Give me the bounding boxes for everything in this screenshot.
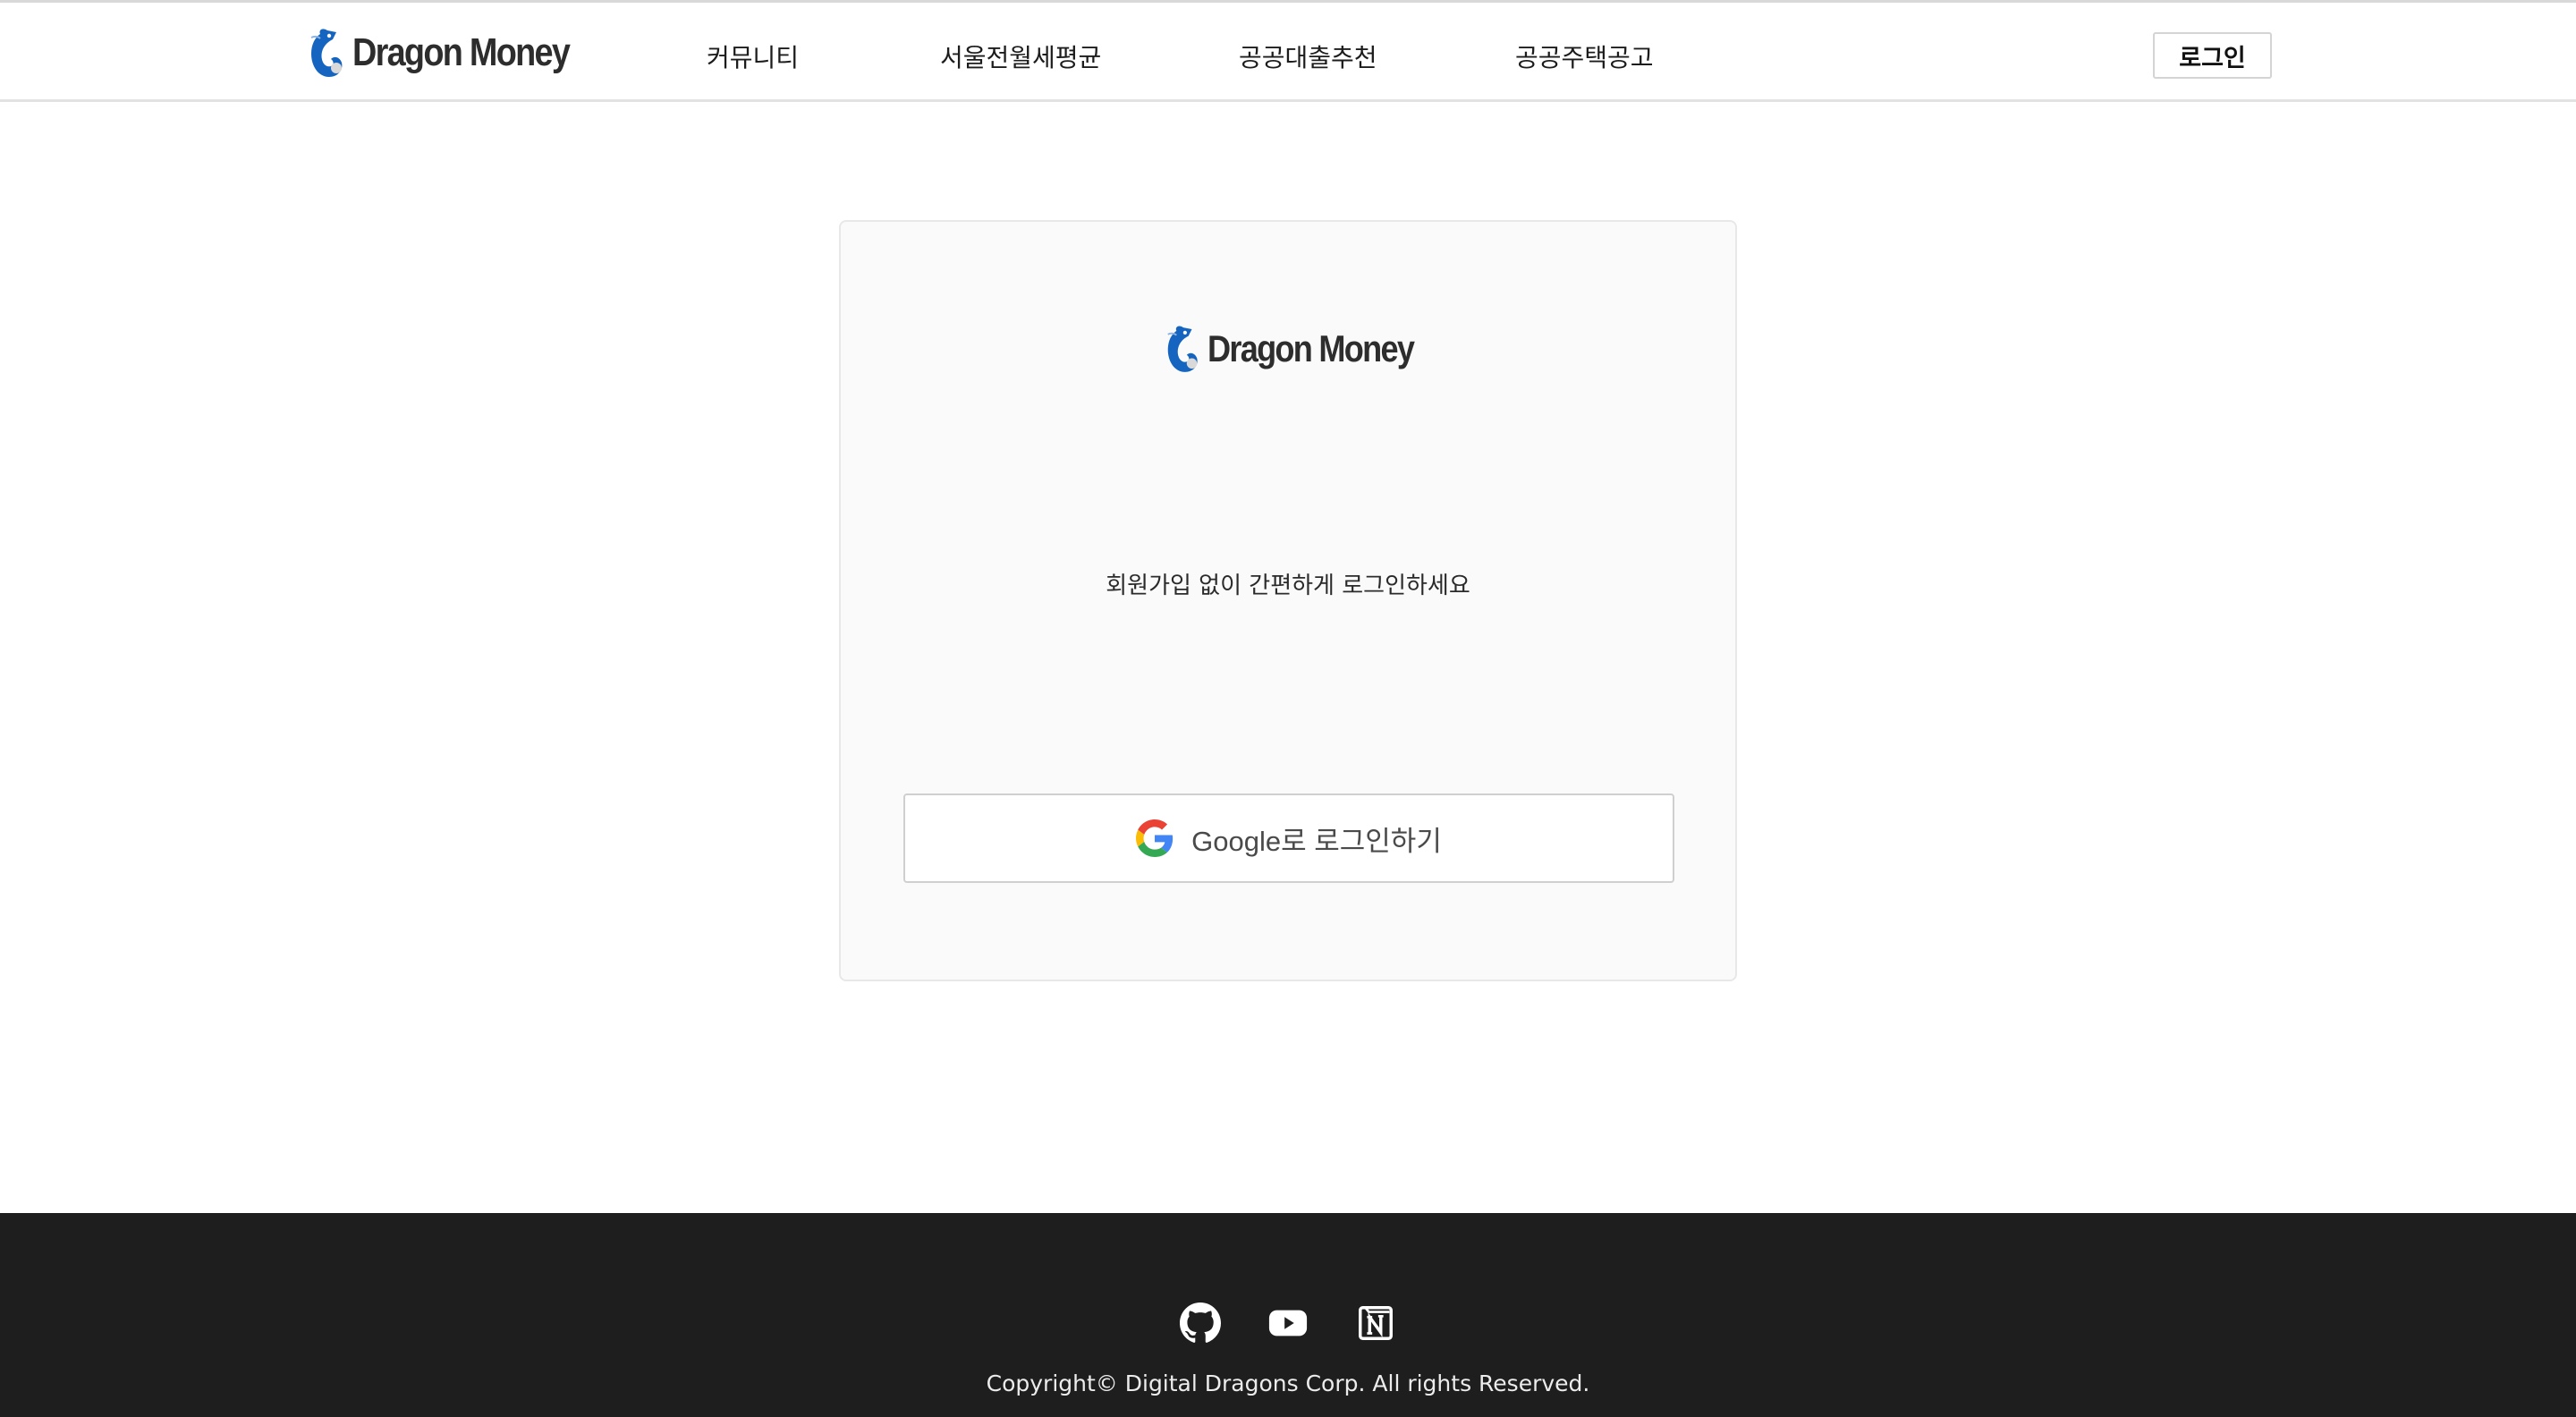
header-login-button[interactable]: 로그인 (2153, 32, 2272, 79)
nav-community[interactable]: 커뮤니티 (707, 38, 799, 74)
logo-text: Dragon Money (352, 30, 571, 74)
social-links (0, 1302, 2576, 1344)
card-logo: Dragon Money (1163, 320, 1447, 378)
footer: Copyright© Digital Dragons Corp. All rig… (0, 1213, 2576, 1417)
google-login-label: Google로 로그인하기 (1191, 825, 1442, 857)
notion-icon[interactable] (1355, 1302, 1396, 1344)
top-navigation-bar: Dragon Money 커뮤니티 서울전월세평균 공공대출추천 공공주택공고 … (0, 0, 2576, 102)
login-card: Dragon Money 회원가입 없이 간편하게 로그인하세요 Google로… (839, 220, 1737, 981)
card-logo-text: Dragon Money (1208, 327, 1415, 369)
login-tagline: 회원가입 없이 간편하게 로그인하세요 (1106, 573, 1470, 599)
nav-seoul-rent-average[interactable]: 서울전월세평균 (940, 38, 1101, 74)
nav-public-loan-recommendation[interactable]: 공공대출추천 (1239, 38, 1377, 74)
github-icon[interactable] (1180, 1302, 1221, 1344)
dragon-logo-icon (1163, 322, 1202, 376)
copyright-text: Copyright© Digital Dragons Corp. All rig… (986, 1370, 1590, 1396)
google-icon (1136, 819, 1174, 857)
google-login-button[interactable]: Google로 로그인하기 (903, 793, 1674, 883)
youtube-icon[interactable] (1267, 1302, 1309, 1344)
dragon-logo-icon (306, 25, 347, 81)
nav-public-housing-notice[interactable]: 공공주택공고 (1515, 38, 1654, 74)
header-logo[interactable]: Dragon Money (306, 24, 605, 81)
